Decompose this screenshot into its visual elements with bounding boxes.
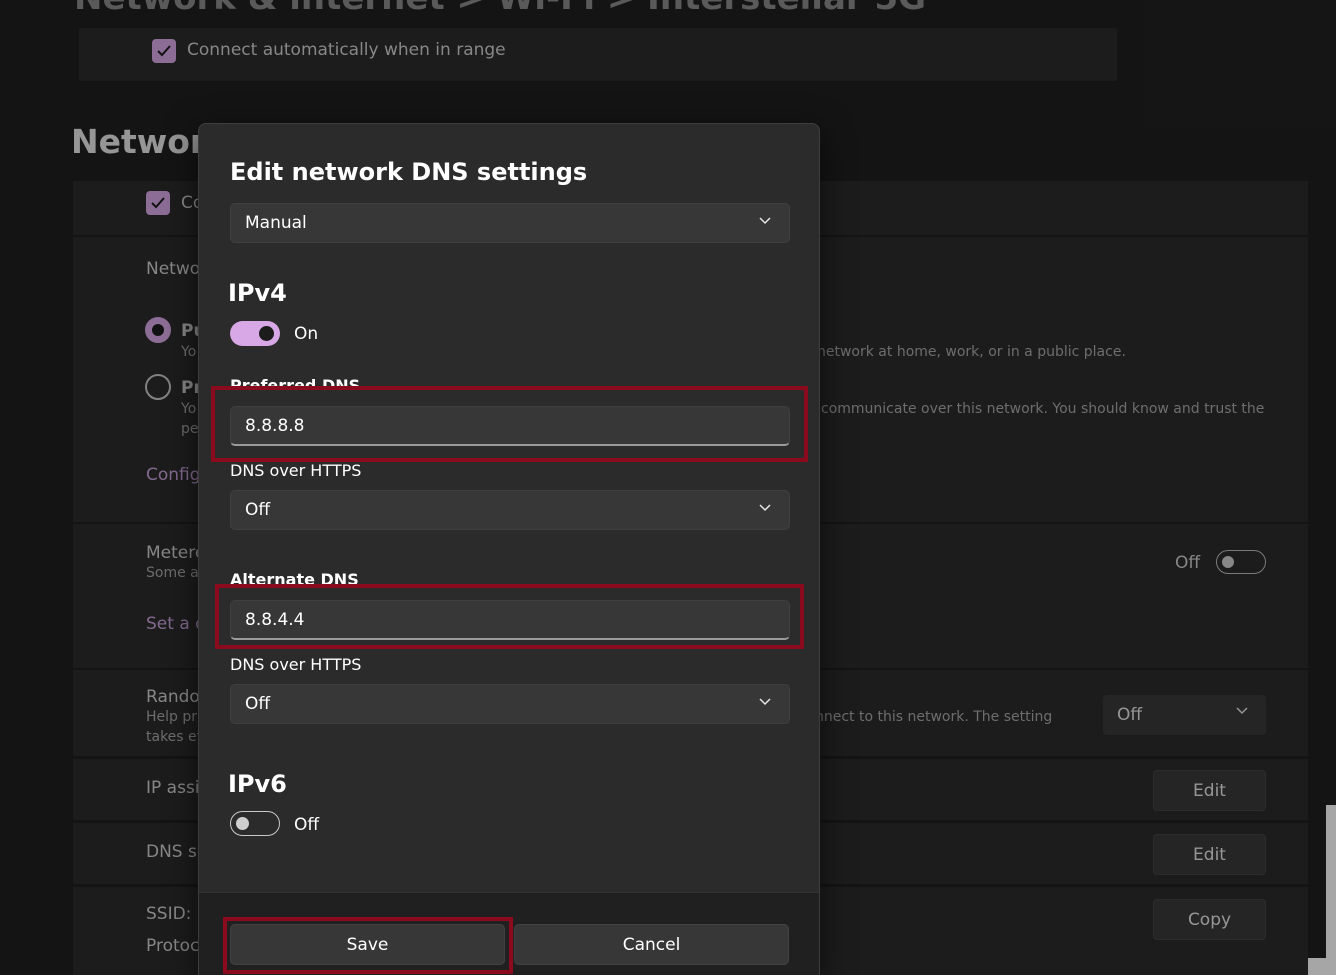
dialog-footer: Save Cancel <box>199 892 819 975</box>
ipv6-toggle[interactable] <box>230 811 280 836</box>
chevron-down-icon <box>759 217 771 225</box>
preferred-doh-dropdown[interactable]: Off <box>230 490 790 530</box>
chevron-down-icon <box>759 504 771 512</box>
alternate-doh-label: DNS over HTTPS <box>230 655 362 674</box>
preferred-doh-value: Off <box>245 500 271 520</box>
dialog-title: Edit network DNS settings <box>230 158 588 186</box>
cancel-button[interactable]: Cancel <box>514 924 789 965</box>
ipv4-toggle[interactable] <box>230 321 280 346</box>
ipv4-heading: IPv4 <box>228 279 287 307</box>
alternate-dns-label: Alternate DNS <box>230 570 359 584</box>
alternate-doh-dropdown[interactable]: Off <box>230 684 790 724</box>
dns-mode-dropdown[interactable]: Manual <box>230 203 790 243</box>
preferred-dns-highlight <box>211 386 808 462</box>
alternate-dns-highlight <box>215 584 804 649</box>
ipv6-heading: IPv6 <box>228 770 287 798</box>
preferred-doh-label: DNS over HTTPS <box>230 461 362 480</box>
dns-mode-value: Manual <box>245 213 307 233</box>
save-button-highlight <box>223 917 513 974</box>
chevron-down-icon <box>759 698 771 706</box>
dns-settings-dialog: Edit network DNS settings Manual IPv4 On… <box>198 123 820 975</box>
alternate-doh-value: Off <box>245 694 271 714</box>
ipv6-toggle-label: Off <box>294 815 320 835</box>
ipv4-toggle-label: On <box>294 324 319 344</box>
